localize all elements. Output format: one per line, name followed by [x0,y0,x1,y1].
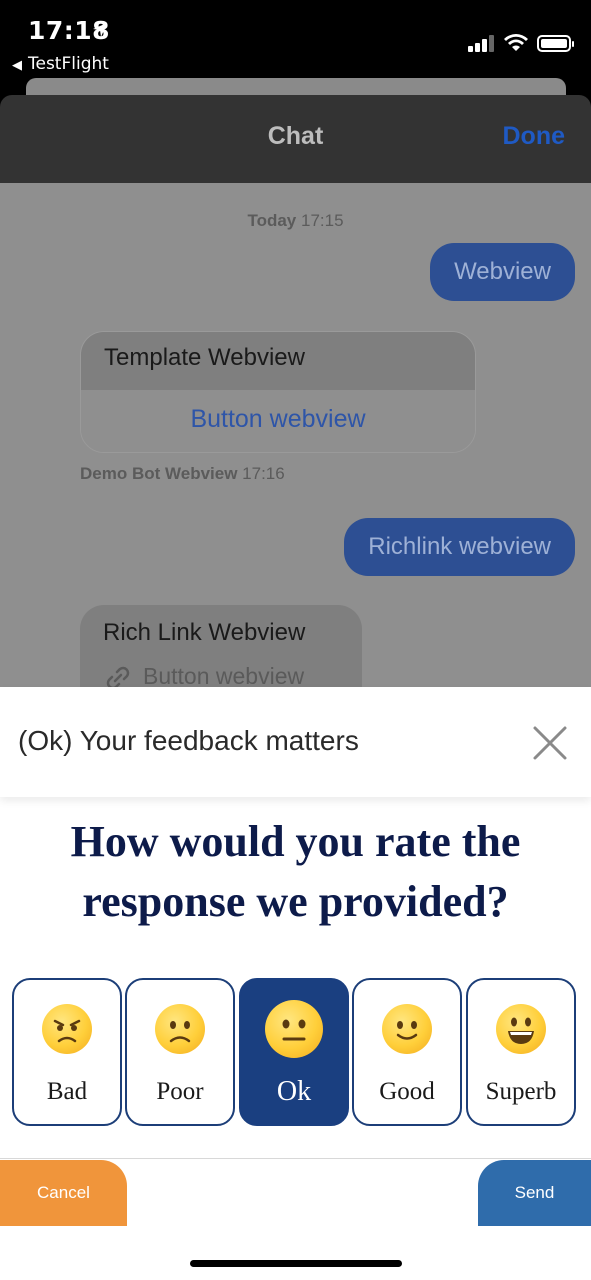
neutral-face-icon [265,1000,323,1058]
send-button[interactable]: Send [478,1160,591,1226]
rating-poor-button[interactable]: Poor [125,978,235,1126]
template-card-button[interactable]: Button webview [81,390,475,452]
sender-time: 17:16 [242,464,285,483]
rating-label: Ok [276,1076,312,1107]
rich-link-label: Button webview [143,663,305,687]
divider [0,1158,591,1159]
rich-link-button[interactable]: Button webview [103,663,304,687]
home-indicator[interactable] [190,1260,402,1267]
template-card-title: Template Webview [81,332,475,390]
rating-label: Superb [485,1078,557,1105]
rating-options: Bad Poor Ok Good Superb [12,978,578,1126]
rating-label: Bad [46,1078,88,1105]
link-icon [106,666,130,687]
cellular-signal-icon [468,34,496,52]
close-icon[interactable] [532,725,568,761]
question-line-1: How would you rate the [70,817,521,866]
grinning-face-icon [496,1004,546,1054]
rich-link-card[interactable]: Rich Link Webview Button webview [80,605,362,687]
question-line-2: response we provided? [82,877,509,926]
sender-name: Demo Bot Webview [80,464,238,483]
status-bar: 17:18 ◀ TestFlight [0,0,591,80]
outgoing-message: Webview [430,243,575,301]
feedback-panel: (Ok) Your feedback matters How would you… [0,687,591,1280]
rating-label: Good [379,1078,435,1105]
rating-question: How would you rate the response we provi… [0,812,591,932]
template-card: Template Webview Button webview [80,331,476,453]
cancel-button[interactable]: Cancel [0,1160,127,1226]
wifi-icon [504,34,528,51]
back-to-app-link[interactable]: ◀ TestFlight [12,54,109,74]
slightly-smiling-face-icon [382,1004,432,1054]
feedback-title: (Ok) Your feedback matters [18,725,359,756]
rating-label: Poor [156,1078,204,1105]
rating-bad-button[interactable]: Bad [12,978,122,1126]
rating-good-button[interactable]: Good [352,978,462,1126]
feedback-header: (Ok) Your feedback matters [0,687,591,797]
timestamp-time: 17:15 [301,211,344,230]
location-arrow-icon [93,23,107,37]
sender-info: Demo Bot Webview 17:16 [80,464,285,484]
back-app-label: TestFlight [28,54,109,74]
done-button[interactable]: Done [503,122,566,151]
back-triangle-icon: ◀ [12,58,22,73]
timestamp-day: Today [247,211,297,230]
chat-header: Chat Done [0,95,591,183]
rating-ok-button[interactable]: Ok [239,978,349,1126]
chat-timestamp: Today 17:15 [0,211,591,231]
rich-link-title: Rich Link Webview [103,619,306,646]
rating-superb-button[interactable]: Superb [466,978,576,1126]
angry-face-icon [42,1004,92,1054]
battery-icon [537,35,574,52]
chat-messages: Today 17:15 Webview Template Webview But… [0,183,591,687]
outgoing-message: Richlink webview [344,518,575,576]
slightly-frowning-face-icon [155,1004,205,1054]
